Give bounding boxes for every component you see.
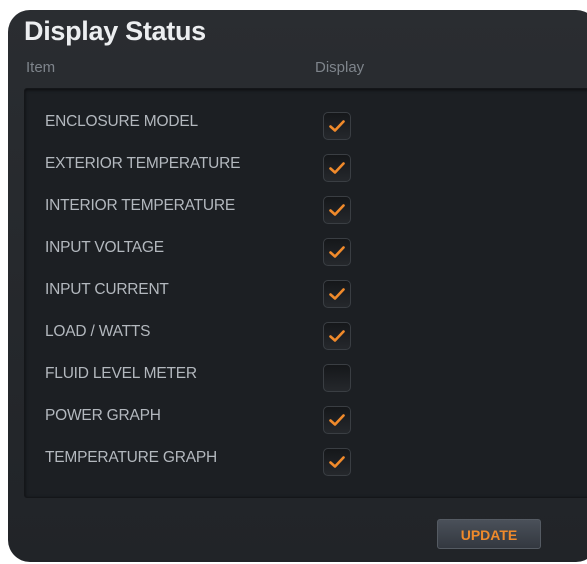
list-item-power-graph: POWER GRAPH	[25, 401, 587, 434]
display-checkbox[interactable]	[323, 406, 351, 434]
row-label: INPUT VOLTAGE	[45, 239, 164, 256]
display-status-panel: Display Status Item Display ENCLOSURE MO…	[8, 10, 587, 562]
list-item-input-current: INPUT CURRENT	[25, 275, 587, 308]
checkmark-icon	[329, 288, 345, 300]
list-item-interior-temperature: INTERIOR TEMPERATURE	[25, 191, 587, 224]
checkmark-icon	[329, 246, 345, 258]
row-label: INPUT CURRENT	[45, 281, 169, 298]
display-checkbox[interactable]	[323, 448, 351, 476]
checkmark-icon	[329, 414, 345, 426]
column-header-display: Display	[315, 59, 365, 76]
checkmark-icon	[329, 456, 345, 468]
checkmark-icon	[329, 120, 345, 132]
row-label: INTERIOR TEMPERATURE	[45, 197, 236, 214]
column-header-item: Item	[26, 59, 56, 76]
list-item-enclosure-model: ENCLOSURE MODEL	[25, 107, 587, 140]
list-item-temperature-graph: TEMPERATURE GRAPH	[25, 443, 587, 476]
row-label: TEMPERATURE GRAPH	[45, 449, 217, 466]
display-checkbox[interactable]	[323, 364, 351, 392]
panel-title: Display Status	[24, 16, 206, 46]
display-checkbox[interactable]	[323, 154, 351, 182]
checkmark-icon	[329, 204, 345, 216]
display-checkbox[interactable]	[323, 322, 351, 350]
checkmark-icon	[329, 330, 345, 342]
display-checkbox[interactable]	[323, 196, 351, 224]
settings-list: ENCLOSURE MODEL EXTERIOR TEMPERATURE INT…	[24, 88, 587, 498]
display-checkbox[interactable]	[323, 112, 351, 140]
row-label: ENCLOSURE MODEL	[45, 113, 198, 130]
update-button[interactable]: UPDATE	[437, 519, 541, 549]
list-item-exterior-temperature: EXTERIOR TEMPERATURE	[25, 149, 587, 182]
row-label: FLUID LEVEL METER	[45, 365, 197, 382]
checkmark-icon	[329, 162, 345, 174]
list-item-input-voltage: INPUT VOLTAGE	[25, 233, 587, 266]
display-checkbox[interactable]	[323, 238, 351, 266]
list-item-fluid-level-meter: FLUID LEVEL METER	[25, 359, 587, 392]
row-label: LOAD / WATTS	[45, 323, 151, 340]
row-label: EXTERIOR TEMPERATURE	[45, 155, 241, 172]
list-item-load-watts: LOAD / WATTS	[25, 317, 587, 350]
row-label: POWER GRAPH	[45, 407, 161, 424]
display-checkbox[interactable]	[323, 280, 351, 308]
